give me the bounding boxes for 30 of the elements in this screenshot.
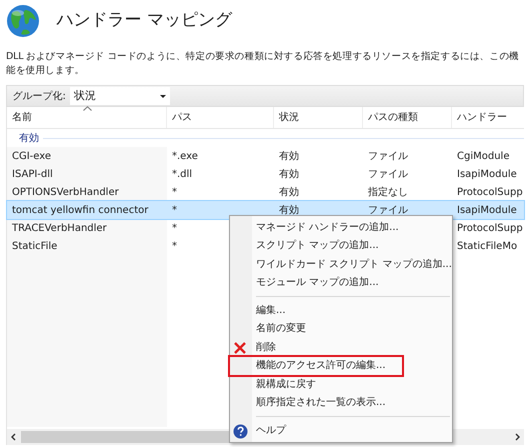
table-cell-text: IsapiModule (457, 204, 517, 218)
table-cell-text: ISAPI-dll (12, 168, 53, 182)
description-text: DLL およびマネージド コードのように、特定の要求の種類に対する応答を処理するリソースを指定するには、この機能を使用します。 (6, 50, 520, 78)
table-cell-text: CgiModule (457, 150, 510, 164)
table-cell-text: ファイル (368, 168, 408, 182)
table-cell-text: *.dll (172, 168, 192, 182)
table-cell-text: TRACEVerbHandler (12, 222, 107, 236)
table-cell-text: 有効 (279, 168, 299, 182)
group-by-label: グループ化: (12, 90, 66, 104)
table-cell-text: IsapiModule (457, 168, 517, 182)
table-cell-text: ProtocolSupp (457, 222, 523, 236)
page-title: ハンドラー マッピング (56, 9, 232, 32)
group-header: 有効 (19, 132, 39, 146)
table-cell-text: 有効 (279, 150, 299, 164)
table-cell-text: ProtocolSupp (457, 186, 523, 200)
table-cell-text: * (172, 186, 177, 200)
table-cell-text: 指定なし (368, 186, 408, 200)
table-cell-text: ファイル (368, 204, 408, 218)
table-cell-text: * (172, 240, 177, 254)
table-cell-text: CGI-exe (12, 150, 52, 164)
table-cell-text: *.exe (172, 150, 198, 164)
table-cell-text: OPTIONSVerbHandler (12, 186, 119, 200)
table-cell-text: 有効 (279, 204, 299, 218)
table-cell-text: StaticFile (12, 240, 58, 254)
table-cell-text: 有効 (279, 186, 299, 200)
table-cell-text: ファイル (368, 150, 408, 164)
table-cell-text: * (172, 222, 177, 236)
table-cell-text: tomcat yellowfin connector (12, 204, 148, 218)
table-cell-text: StaticFileMo (457, 240, 518, 254)
table-cell-text: * (172, 204, 177, 218)
